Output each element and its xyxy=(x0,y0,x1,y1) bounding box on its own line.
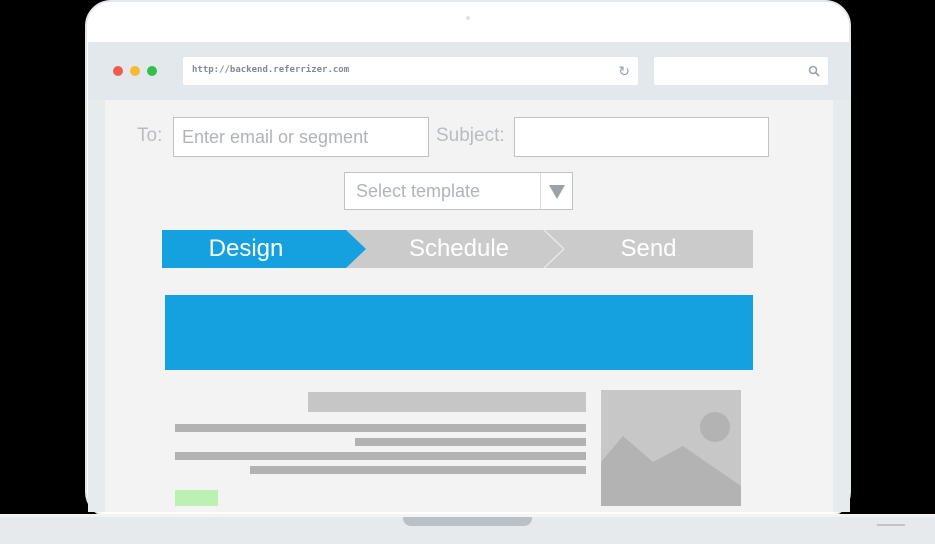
laptop-opening-notch xyxy=(403,517,532,526)
laptop-indicator xyxy=(877,524,905,526)
step-schedule[interactable]: Schedule xyxy=(346,230,564,268)
template-select[interactable]: Select template xyxy=(344,172,573,210)
url-text: http://backend.referrizer.com xyxy=(192,65,350,75)
left-gutter xyxy=(88,100,105,512)
template-select-value: Select template xyxy=(356,181,481,201)
text-line-placeholder xyxy=(250,466,586,474)
laptop-screen: http://backend.referrizer.com ↻ To: Ente… xyxy=(88,42,850,512)
right-gutter xyxy=(833,100,850,512)
search-icon[interactable] xyxy=(808,62,820,82)
browser-toolbar: http://backend.referrizer.com ↻ xyxy=(88,42,850,100)
step-progress: Send Schedule Design xyxy=(162,230,753,268)
close-window-button[interactable] xyxy=(113,66,123,76)
recipient-input[interactable]: Enter email or segment xyxy=(173,117,429,157)
text-line-placeholder xyxy=(175,424,586,432)
address-bar[interactable]: http://backend.referrizer.com ↻ xyxy=(183,57,638,85)
step-send[interactable]: Send xyxy=(544,230,753,268)
step-design-label: Design xyxy=(208,235,284,262)
minimize-window-button[interactable] xyxy=(130,66,140,76)
step-design[interactable]: Design xyxy=(162,230,366,268)
email-cta-button-placeholder xyxy=(175,490,218,506)
image-placeholder-icon xyxy=(601,390,741,506)
webcam xyxy=(466,16,470,20)
email-headline-placeholder xyxy=(308,392,586,412)
step-send-label: Send xyxy=(620,235,677,262)
text-line-placeholder xyxy=(355,438,586,446)
maximize-window-button[interactable] xyxy=(147,66,157,76)
step-schedule-label: Schedule xyxy=(408,235,510,262)
text-line-placeholder xyxy=(175,452,586,460)
to-label: To: xyxy=(137,125,163,146)
subject-input[interactable] xyxy=(514,117,769,157)
subject-label: Subject: xyxy=(436,125,505,146)
refresh-icon[interactable]: ↻ xyxy=(618,62,630,80)
email-header-banner xyxy=(165,295,753,370)
dropdown-arrow-icon[interactable] xyxy=(540,173,572,209)
recipient-placeholder: Enter email or segment xyxy=(182,127,369,147)
browser-search-field[interactable] xyxy=(654,57,828,85)
